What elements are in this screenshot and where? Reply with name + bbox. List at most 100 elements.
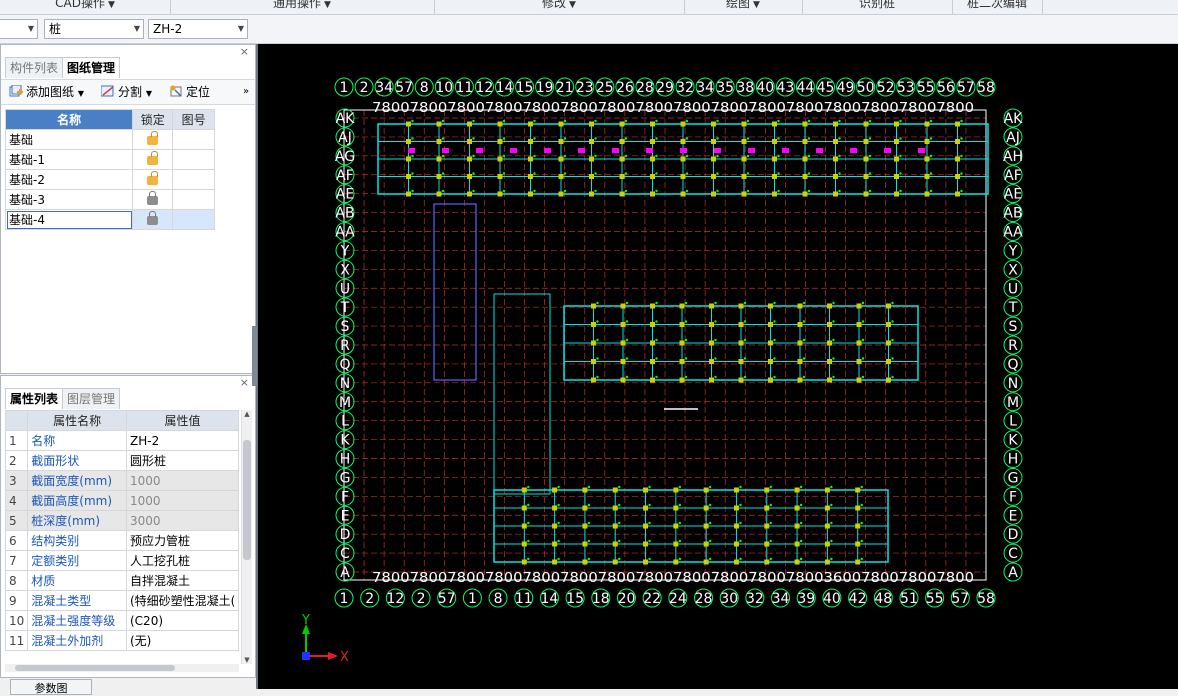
vertical-scrollbar[interactable]: ▲ ▼ — [241, 410, 252, 664]
table-row[interactable]: 10 混凝土强度等级 (C20) — [4, 610, 239, 631]
cad-canvas[interactable]: 1 2 34 57 8 10 11 12 14 15 19 21 23 25 26 28 29 32 34 35 38 4… — [258, 44, 1178, 689]
table-row[interactable]: 基础 — [4, 129, 215, 150]
ribbon-group-pile-edit[interactable]: 桩二次编辑 — [952, 0, 1043, 14]
unlock-icon[interactable] — [147, 151, 159, 165]
table-row[interactable]: 11 混凝土外加剂 (无) — [4, 630, 239, 651]
table-row[interactable]: 基础-2 — [4, 169, 215, 190]
unlock-icon[interactable] — [147, 171, 159, 185]
property-value[interactable]: (无) — [126, 630, 239, 651]
tab-layer-management[interactable]: 图层管理 — [62, 388, 121, 409]
axis-label-bottom: 2 — [417, 591, 426, 607]
lock-cell[interactable] — [132, 169, 174, 190]
drawing-number[interactable] — [172, 209, 215, 230]
lock-icon[interactable] — [147, 191, 159, 205]
add-drawing-button[interactable]: 添加图纸 ▼ — [9, 84, 84, 100]
pile-marker — [521, 559, 527, 565]
pile-marker — [856, 377, 862, 383]
table-row[interactable]: 5 桩深度(mm) 3000 — [4, 510, 239, 531]
lock-cell[interactable] — [132, 189, 174, 210]
column-header-lock[interactable]: 锁定 — [132, 109, 174, 130]
lock-cell[interactable] — [132, 209, 174, 230]
property-value[interactable]: ZH-2 — [126, 430, 239, 451]
pile-marker — [619, 191, 625, 197]
scroll-up-icon[interactable]: ▲ — [242, 410, 252, 418]
scrollbar-thumb[interactable] — [15, 665, 175, 671]
cad-drawing[interactable]: 1 2 34 57 8 10 11 12 14 15 19 21 23 25 26 28 29 32 34 35 38 4… — [258, 44, 1178, 689]
drawing-name[interactable]: 基础-1 — [4, 149, 134, 170]
row-number: 8 — [4, 570, 29, 591]
axis-label-top: 21 — [556, 80, 574, 96]
tab-component-list[interactable]: 构件列表 — [5, 57, 64, 78]
close-icon[interactable]: × — [240, 376, 249, 389]
table-row[interactable]: 4 截面高度(mm) 1000 — [4, 490, 239, 511]
lock-cell[interactable] — [132, 129, 174, 150]
more-button[interactable]: » — [243, 84, 249, 100]
pile-dot — [441, 119, 445, 123]
scroll-down-icon[interactable]: ▼ — [242, 656, 252, 664]
component-type-combo[interactable]: 桩 ▼ — [44, 19, 144, 39]
property-value[interactable]: 预应力管桩 — [126, 530, 239, 551]
drawing-name[interactable]: 基础-4 — [4, 209, 134, 230]
drawing-number[interactable] — [172, 189, 215, 210]
pile-dot — [596, 357, 599, 360]
ribbon-group-common[interactable]: 通用操作 ▼ — [170, 0, 435, 14]
tab-parameter-diagram[interactable]: 参数图 — [10, 679, 92, 695]
table-row[interactable]: 基础-3 — [4, 189, 215, 210]
axis-label-left: AJ — [338, 130, 352, 146]
drawing-name[interactable]: 基础-3 — [4, 189, 134, 210]
drawing-name[interactable]: 基础-2 — [4, 169, 134, 190]
drawing-name[interactable]: 基础 — [4, 129, 134, 150]
ribbon-group-identify-pile[interactable]: 识别桩 — [802, 0, 953, 14]
table-row[interactable]: 6 结构类别 预应力管桩 — [4, 530, 239, 551]
tab-property-list[interactable]: 属性列表 — [5, 388, 64, 409]
table-row[interactable]: 1 名称 ZH-2 — [4, 430, 239, 451]
axis-label-left: AB — [335, 206, 354, 222]
table-row[interactable]: 3 截面宽度(mm) 1000 — [4, 470, 239, 491]
lock-cell[interactable] — [132, 149, 174, 170]
pile-dot — [861, 320, 865, 323]
table-row[interactable]: 基础-1 — [4, 149, 215, 170]
column-header-name[interactable]: 名称 — [4, 109, 134, 130]
tab-drawing-management[interactable]: 图纸管理 — [62, 57, 121, 78]
ribbon-group-draw[interactable]: 绘图 ▼ — [684, 0, 803, 14]
splitter-grip[interactable] — [252, 326, 257, 386]
floor-combo[interactable]: ▼ — [0, 19, 38, 39]
close-icon[interactable]: × — [240, 45, 249, 58]
component-name-combo[interactable]: ZH-2 ▼ — [148, 19, 248, 39]
axis-label-right: U — [1008, 281, 1018, 297]
drawing-number[interactable] — [172, 129, 215, 150]
property-value[interactable]: 人工挖孔桩 — [126, 550, 239, 571]
property-value[interactable]: 1000 — [126, 470, 239, 491]
drawing-number[interactable] — [172, 149, 215, 170]
table-row[interactable]: 8 材质 自拌混凝土 — [4, 570, 239, 591]
ribbon-group-modify[interactable]: 修改 ▼ — [434, 0, 685, 14]
drawing-number[interactable] — [172, 169, 215, 190]
pile-marker — [521, 523, 527, 529]
unlock-icon[interactable] — [147, 131, 159, 145]
property-value[interactable]: 3000 — [126, 510, 239, 531]
axis-label-top: 2 — [360, 80, 369, 96]
pile-dot — [557, 539, 560, 543]
property-value[interactable]: 圆形桩 — [126, 450, 239, 471]
axis-label-right: F — [1009, 489, 1017, 505]
property-value[interactable]: (C20) — [126, 610, 239, 631]
split-button[interactable]: 分割 ▼ — [101, 84, 152, 100]
axis-label-top: 14 — [496, 80, 514, 96]
horizontal-scrollbar[interactable] — [5, 664, 239, 672]
column-header-number[interactable]: 图号 — [172, 109, 215, 130]
lock-icon[interactable] — [147, 211, 159, 225]
locate-button[interactable]: 定位 — [169, 84, 210, 100]
ribbon-group-cad[interactable]: CAD操作 ▼ — [0, 0, 171, 14]
table-row[interactable]: 9 混凝土类型 (特细砂塑性混凝土( — [4, 590, 239, 611]
property-value[interactable]: 1000 — [126, 490, 239, 511]
table-row[interactable]: 2 截面形状 圆形桩 — [4, 450, 239, 471]
table-row-selected[interactable]: 基础-4 — [4, 209, 215, 230]
property-value[interactable]: 自拌混凝土 — [126, 570, 239, 591]
scrollbar-thumb[interactable] — [243, 440, 251, 560]
pile-marker — [733, 559, 739, 565]
table-row[interactable]: 7 定额类别 人工挖孔桩 — [4, 550, 239, 571]
pile-dot — [624, 189, 628, 193]
property-value[interactable]: (特细砂塑性混凝土( — [126, 590, 239, 611]
pile-dot — [830, 539, 833, 543]
pile-marker — [827, 359, 832, 364]
